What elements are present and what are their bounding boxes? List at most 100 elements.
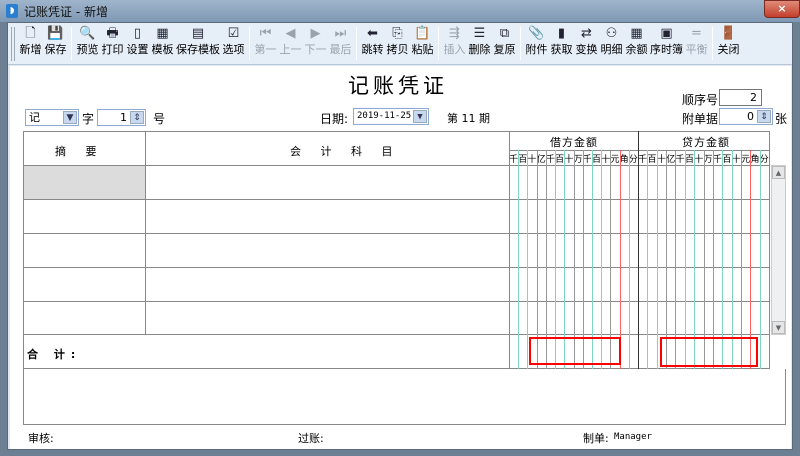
attach-label: 附单据 (682, 112, 719, 126)
toolbar-button-label: 附件 (525, 43, 548, 56)
toolbar-button-label: 序时簿 (650, 43, 683, 56)
fetch-icon: ▮ (557, 26, 566, 41)
table-scrollbar[interactable]: ▲ ▼ (771, 165, 786, 335)
credit-total-highlight (660, 337, 758, 367)
print-icon: 🖶 (106, 26, 119, 41)
toolbar-button-restore[interactable]: ⧉ 复原 (492, 23, 517, 64)
toolbar-separator (71, 27, 72, 60)
attachment-count-stepper[interactable]: 0 ⇕ (719, 108, 773, 125)
scroll-down-icon[interactable]: ▼ (772, 321, 785, 334)
toolbar-button-journal[interactable]: ▣ 序时簿 (649, 23, 684, 64)
options-icon: ☑ (227, 26, 240, 41)
toolbar-button-jump[interactable]: ⬅ 跳转 (360, 23, 385, 64)
toolbar-button-balance[interactable]: ▦ 余额 (624, 23, 649, 64)
toolbar-button-settings[interactable]: ▯ 设置 (125, 23, 150, 64)
toolbar-button-label: 打印 (101, 43, 124, 56)
voucher-number-stepper[interactable]: 1 ⇕ (97, 109, 146, 126)
digit-header: 元 (610, 155, 620, 165)
toolbar-button-save-template[interactable]: ▤ 保存模板 (175, 23, 221, 64)
toolbar-button-label: 预览 (76, 43, 99, 56)
first-icon: ⏮ (259, 26, 272, 41)
voucher-type-select[interactable]: 记 ▼ (25, 109, 79, 126)
jump-icon: ⬅ (367, 26, 378, 41)
toolbar-separator (438, 27, 439, 60)
scroll-up-icon[interactable]: ▲ (772, 166, 785, 179)
toolbar-button-fetch[interactable]: ▮ 获取 (549, 23, 574, 64)
toolbar-button-insert: ⇶ 插入 (442, 23, 467, 64)
toolbar-separator (249, 27, 250, 60)
header-summary: 摘 要 (55, 145, 105, 158)
remarks-area (23, 369, 786, 425)
seq-number-field[interactable]: 2 (719, 89, 762, 106)
chevron-down-icon[interactable]: ▼ (413, 110, 427, 123)
selected-cell[interactable] (24, 166, 145, 199)
maker-value: Manager (614, 432, 652, 442)
toolbar-button-label: 平衡 (685, 43, 708, 56)
toolbar-button-label: 保存 (44, 43, 67, 56)
toolbar-button-label: 下一 (304, 43, 327, 56)
journal-icon: ▣ (660, 26, 673, 41)
digit-line (647, 150, 648, 369)
toolbar-button-copy[interactable]: ⎘ 拷贝 (385, 23, 410, 64)
column-divider (145, 131, 146, 334)
digit-header: 千 (675, 155, 685, 165)
seq-label: 顺序号 (682, 93, 719, 107)
digit-header: 角 (750, 155, 760, 165)
digit-header: 百 (684, 155, 694, 165)
toolbar-button-delete[interactable]: ☰ 删除 (467, 23, 492, 64)
toolbar-separator (712, 27, 713, 60)
digit-header: 十 (656, 155, 666, 165)
toolbar-button-label: 上一 (279, 43, 302, 56)
digit-header: 千 (582, 155, 592, 165)
toolbar-button-label: 拷贝 (386, 43, 409, 56)
zi-label: 字 (82, 112, 95, 126)
digit-header: 元 (741, 155, 751, 165)
template-icon: ▦ (156, 26, 169, 41)
toolbar-button-binoculars[interactable]: ⚇ 明细 (599, 23, 624, 64)
equal-icon: = (691, 26, 702, 41)
toolbar-button-exit-door[interactable]: 🚪 关闭 (716, 23, 741, 64)
copy-icon: ⎘ (392, 26, 403, 41)
toolbar-button-template[interactable]: ▦ 模板 (150, 23, 175, 64)
restore-icon: ⧉ (499, 26, 510, 41)
toolbar-button-label: 复原 (493, 43, 516, 56)
date-label: 日期: (320, 112, 349, 126)
window-title: 记账凭证 - 新增 (24, 5, 108, 19)
maker-label: 制单: (583, 432, 609, 445)
digit-header: 千 (545, 155, 555, 165)
new-doc-icon: 🗋 (25, 26, 36, 41)
toolbar-button-new-doc[interactable]: 🗋 新增 (18, 23, 43, 64)
toolbar-separator (356, 27, 357, 60)
spinner-icon[interactable]: ⇕ (757, 110, 771, 123)
toolbar-button-label: 删除 (468, 43, 491, 56)
toolbar-grip[interactable] (11, 27, 15, 61)
audit-label: 审核: (28, 432, 54, 445)
paste-icon: 📋 (414, 26, 431, 41)
date-picker[interactable]: 2019-11-25 ▼ (353, 108, 429, 125)
spinner-icon[interactable]: ⇕ (130, 111, 144, 124)
attachment-icon: 📎 (528, 26, 545, 41)
digit-header: 百 (722, 155, 732, 165)
save-template-icon: ▤ (191, 26, 205, 41)
digit-header: 十 (694, 155, 704, 165)
toolbar-button-save[interactable]: 💾 保存 (43, 23, 68, 64)
toolbar-button-paste[interactable]: 📋 粘贴 (410, 23, 435, 64)
close-window-button[interactable]: × (764, 0, 800, 18)
next-icon: ▶ (310, 26, 321, 41)
toolbar-button-preview[interactable]: 🔍 预览 (75, 23, 100, 64)
binoculars-icon: ⚇ (605, 26, 618, 41)
chevron-down-icon[interactable]: ▼ (63, 111, 77, 124)
toolbar-button-options[interactable]: ☑ 选项 (221, 23, 246, 64)
toolbar-button-attachment[interactable]: 📎 附件 (524, 23, 549, 64)
total-label: 合 计: (27, 348, 82, 361)
digit-header: 百 (592, 155, 602, 165)
toolbar-button-transform[interactable]: ⇄ 变换 (574, 23, 599, 64)
toolbar-button-next: ▶ 下一 (303, 23, 328, 64)
toolbar-button-print[interactable]: 🖶 打印 (100, 23, 125, 64)
digit-header: 亿 (536, 155, 546, 165)
digit-header: 分 (759, 155, 769, 165)
toolbar-button-prev: ◀ 上一 (278, 23, 303, 64)
post-label: 过账: (298, 432, 324, 445)
toolbar-button-last: ⏭ 最后 (328, 23, 353, 64)
settings-icon: ▯ (133, 26, 142, 41)
